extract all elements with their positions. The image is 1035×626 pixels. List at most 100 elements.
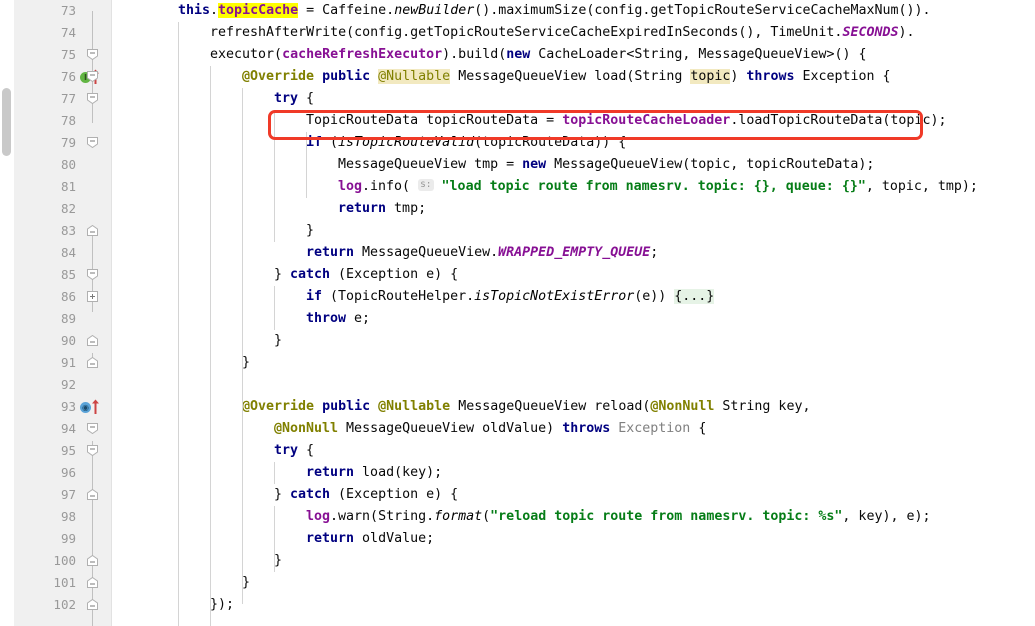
vertical-scrollbar-thumb[interactable]	[2, 88, 11, 156]
code-line[interactable]: } catch (Exception e) {	[274, 484, 458, 506]
parameter-name-hint[interactable]: s:	[418, 179, 434, 191]
code-token: @NonNull	[650, 399, 715, 414]
code-line[interactable]: if (TopicRouteHelper.isTopicNotExistErro…	[306, 286, 715, 308]
code-token: (e))	[634, 289, 675, 304]
fold-collapse-icon[interactable]	[87, 445, 98, 456]
code-token: (Exception e) {	[330, 267, 459, 282]
code-token: }	[274, 267, 291, 282]
code-line[interactable]: TopicRouteData topicRouteData = topicRou…	[306, 110, 946, 132]
code-text-area[interactable]: this.topicCache = Caffeine.newBuilder().…	[112, 0, 1035, 626]
line-number: 84	[60, 245, 76, 260]
code-token: topicCache	[218, 3, 299, 18]
fold-collapse-icon[interactable]	[87, 93, 98, 104]
line-number: 86	[60, 289, 76, 304]
line-number: 79	[60, 135, 76, 150]
fold-collapse-icon[interactable]	[87, 71, 98, 82]
code-token: .	[210, 3, 219, 18]
code-token: newBuilder	[394, 3, 475, 18]
line-number: 102	[53, 597, 76, 612]
code-token: return	[338, 201, 387, 216]
code-line[interactable]: return load(key);	[306, 462, 442, 484]
fold-region-end-icon[interactable]	[87, 577, 98, 588]
code-token: ).build(	[442, 47, 507, 62]
code-token: throw	[306, 311, 347, 326]
code-line[interactable]: throw e;	[306, 308, 370, 330]
code-line[interactable]: log.info( s: "load topic route from name…	[338, 176, 978, 198]
line-number: 78	[60, 113, 76, 128]
code-line[interactable]: return tmp;	[338, 198, 426, 220]
fold-collapse-icon[interactable]	[87, 423, 98, 434]
fold-expand-icon[interactable]	[87, 291, 98, 302]
fold-connector-line	[92, 11, 93, 123]
line-number: 81	[60, 179, 76, 194]
code-token: }	[242, 575, 251, 590]
code-token: @Nullable	[378, 399, 451, 414]
fold-collapse-icon[interactable]	[87, 137, 98, 148]
code-token: = Caffeine.	[298, 3, 395, 18]
fold-collapse-icon[interactable]	[87, 269, 98, 280]
code-line[interactable]: }	[242, 352, 250, 374]
code-line[interactable]: }	[306, 220, 314, 242]
code-line[interactable]: });	[210, 594, 234, 616]
code-token: new	[522, 157, 547, 172]
fold-region-end-icon[interactable]	[87, 225, 98, 236]
code-token: log	[338, 179, 363, 194]
code-token: {	[690, 421, 707, 436]
code-token: throws	[746, 69, 795, 84]
code-line[interactable]: executor(cacheRefreshExecutor).build(new…	[210, 44, 866, 66]
fold-region-end-icon[interactable]	[87, 489, 98, 500]
code-token: .warn(String.	[330, 509, 435, 524]
code-token: isTopicNotExistError	[474, 289, 635, 304]
folded-code-placeholder[interactable]: {...}	[674, 289, 715, 304]
code-token: , topic, tmp);	[865, 179, 978, 194]
code-line[interactable]: }	[242, 572, 250, 594]
code-line[interactable]: @Override public @Nullable MessageQueueV…	[242, 396, 810, 418]
code-line[interactable]: }	[274, 330, 282, 352]
code-token: .loadTopicRouteData(topic);	[730, 113, 947, 128]
code-line[interactable]: @Override public @Nullable MessageQueueV…	[242, 66, 891, 88]
fold-collapse-icon[interactable]	[87, 49, 98, 60]
code-line[interactable]: try {	[274, 88, 314, 110]
code-line[interactable]: return oldValue;	[306, 528, 434, 550]
line-number: 73	[60, 3, 76, 18]
code-line[interactable]: return MessageQueueView.WRAPPED_EMPTY_QU…	[306, 242, 658, 264]
code-token: }	[242, 355, 251, 370]
code-token: "load topic route from namesrv. topic: {…	[441, 179, 866, 194]
code-line[interactable]: this.topicCache = Caffeine.newBuilder().…	[178, 0, 931, 22]
code-editor-window: 73 74 75 76 I 77 78 79 80 81 82 83 84 85 86 89 90 91 92 93 ◉…	[0, 0, 1035, 626]
line-number: 91	[60, 355, 76, 370]
code-line[interactable]: @NonNull MessageQueueView oldValue) thro…	[274, 418, 706, 440]
editor-gutter[interactable]: 73 74 75 76 I 77 78 79 80 81 82 83 84 85 86 89 90 91 92 93 ◉…	[14, 0, 112, 626]
code-token: refreshAfterWrite(config.getTopicRouteSe…	[210, 25, 843, 40]
line-number: 83	[60, 223, 76, 238]
code-line[interactable]: } catch (Exception e) {	[274, 264, 458, 286]
vertical-scrollbar-track[interactable]	[0, 0, 14, 626]
overriding-method-icon[interactable]: ◉	[80, 399, 102, 415]
code-token: MessageQueueView reload(	[450, 399, 651, 414]
fold-region-end-icon[interactable]	[87, 599, 98, 610]
fold-region-end-icon[interactable]	[87, 555, 98, 566]
code-token: });	[210, 597, 235, 612]
code-token: .info(	[362, 179, 419, 194]
code-token: catch	[290, 267, 331, 282]
code-token: (Exception e) {	[330, 487, 459, 502]
code-line[interactable]: refreshAfterWrite(config.getTopicRouteSe…	[210, 22, 915, 44]
line-number: 98	[60, 509, 76, 524]
code-token: MessageQueueView oldValue)	[338, 421, 563, 436]
fold-region-end-icon[interactable]	[87, 357, 98, 368]
line-number: 101	[53, 575, 76, 590]
code-token: (TopicRouteHelper.	[322, 289, 475, 304]
code-token: return	[306, 531, 355, 546]
code-line[interactable]: MessageQueueView tmp = new MessageQueueV…	[338, 154, 874, 176]
code-line[interactable]: }	[274, 550, 282, 572]
code-token: tmp;	[386, 201, 427, 216]
code-token: SECONDS	[842, 25, 899, 40]
code-line[interactable]: try {	[274, 440, 314, 462]
code-token: return	[306, 245, 355, 260]
fold-region-end-icon[interactable]	[87, 335, 98, 346]
code-line[interactable]: log.warn(String.format("reload topic rou…	[306, 506, 930, 528]
code-token: catch	[290, 487, 331, 502]
line-number: 90	[60, 333, 76, 348]
code-line[interactable]: if (isTopicRouteValid(topicRouteData)) {	[306, 132, 626, 154]
